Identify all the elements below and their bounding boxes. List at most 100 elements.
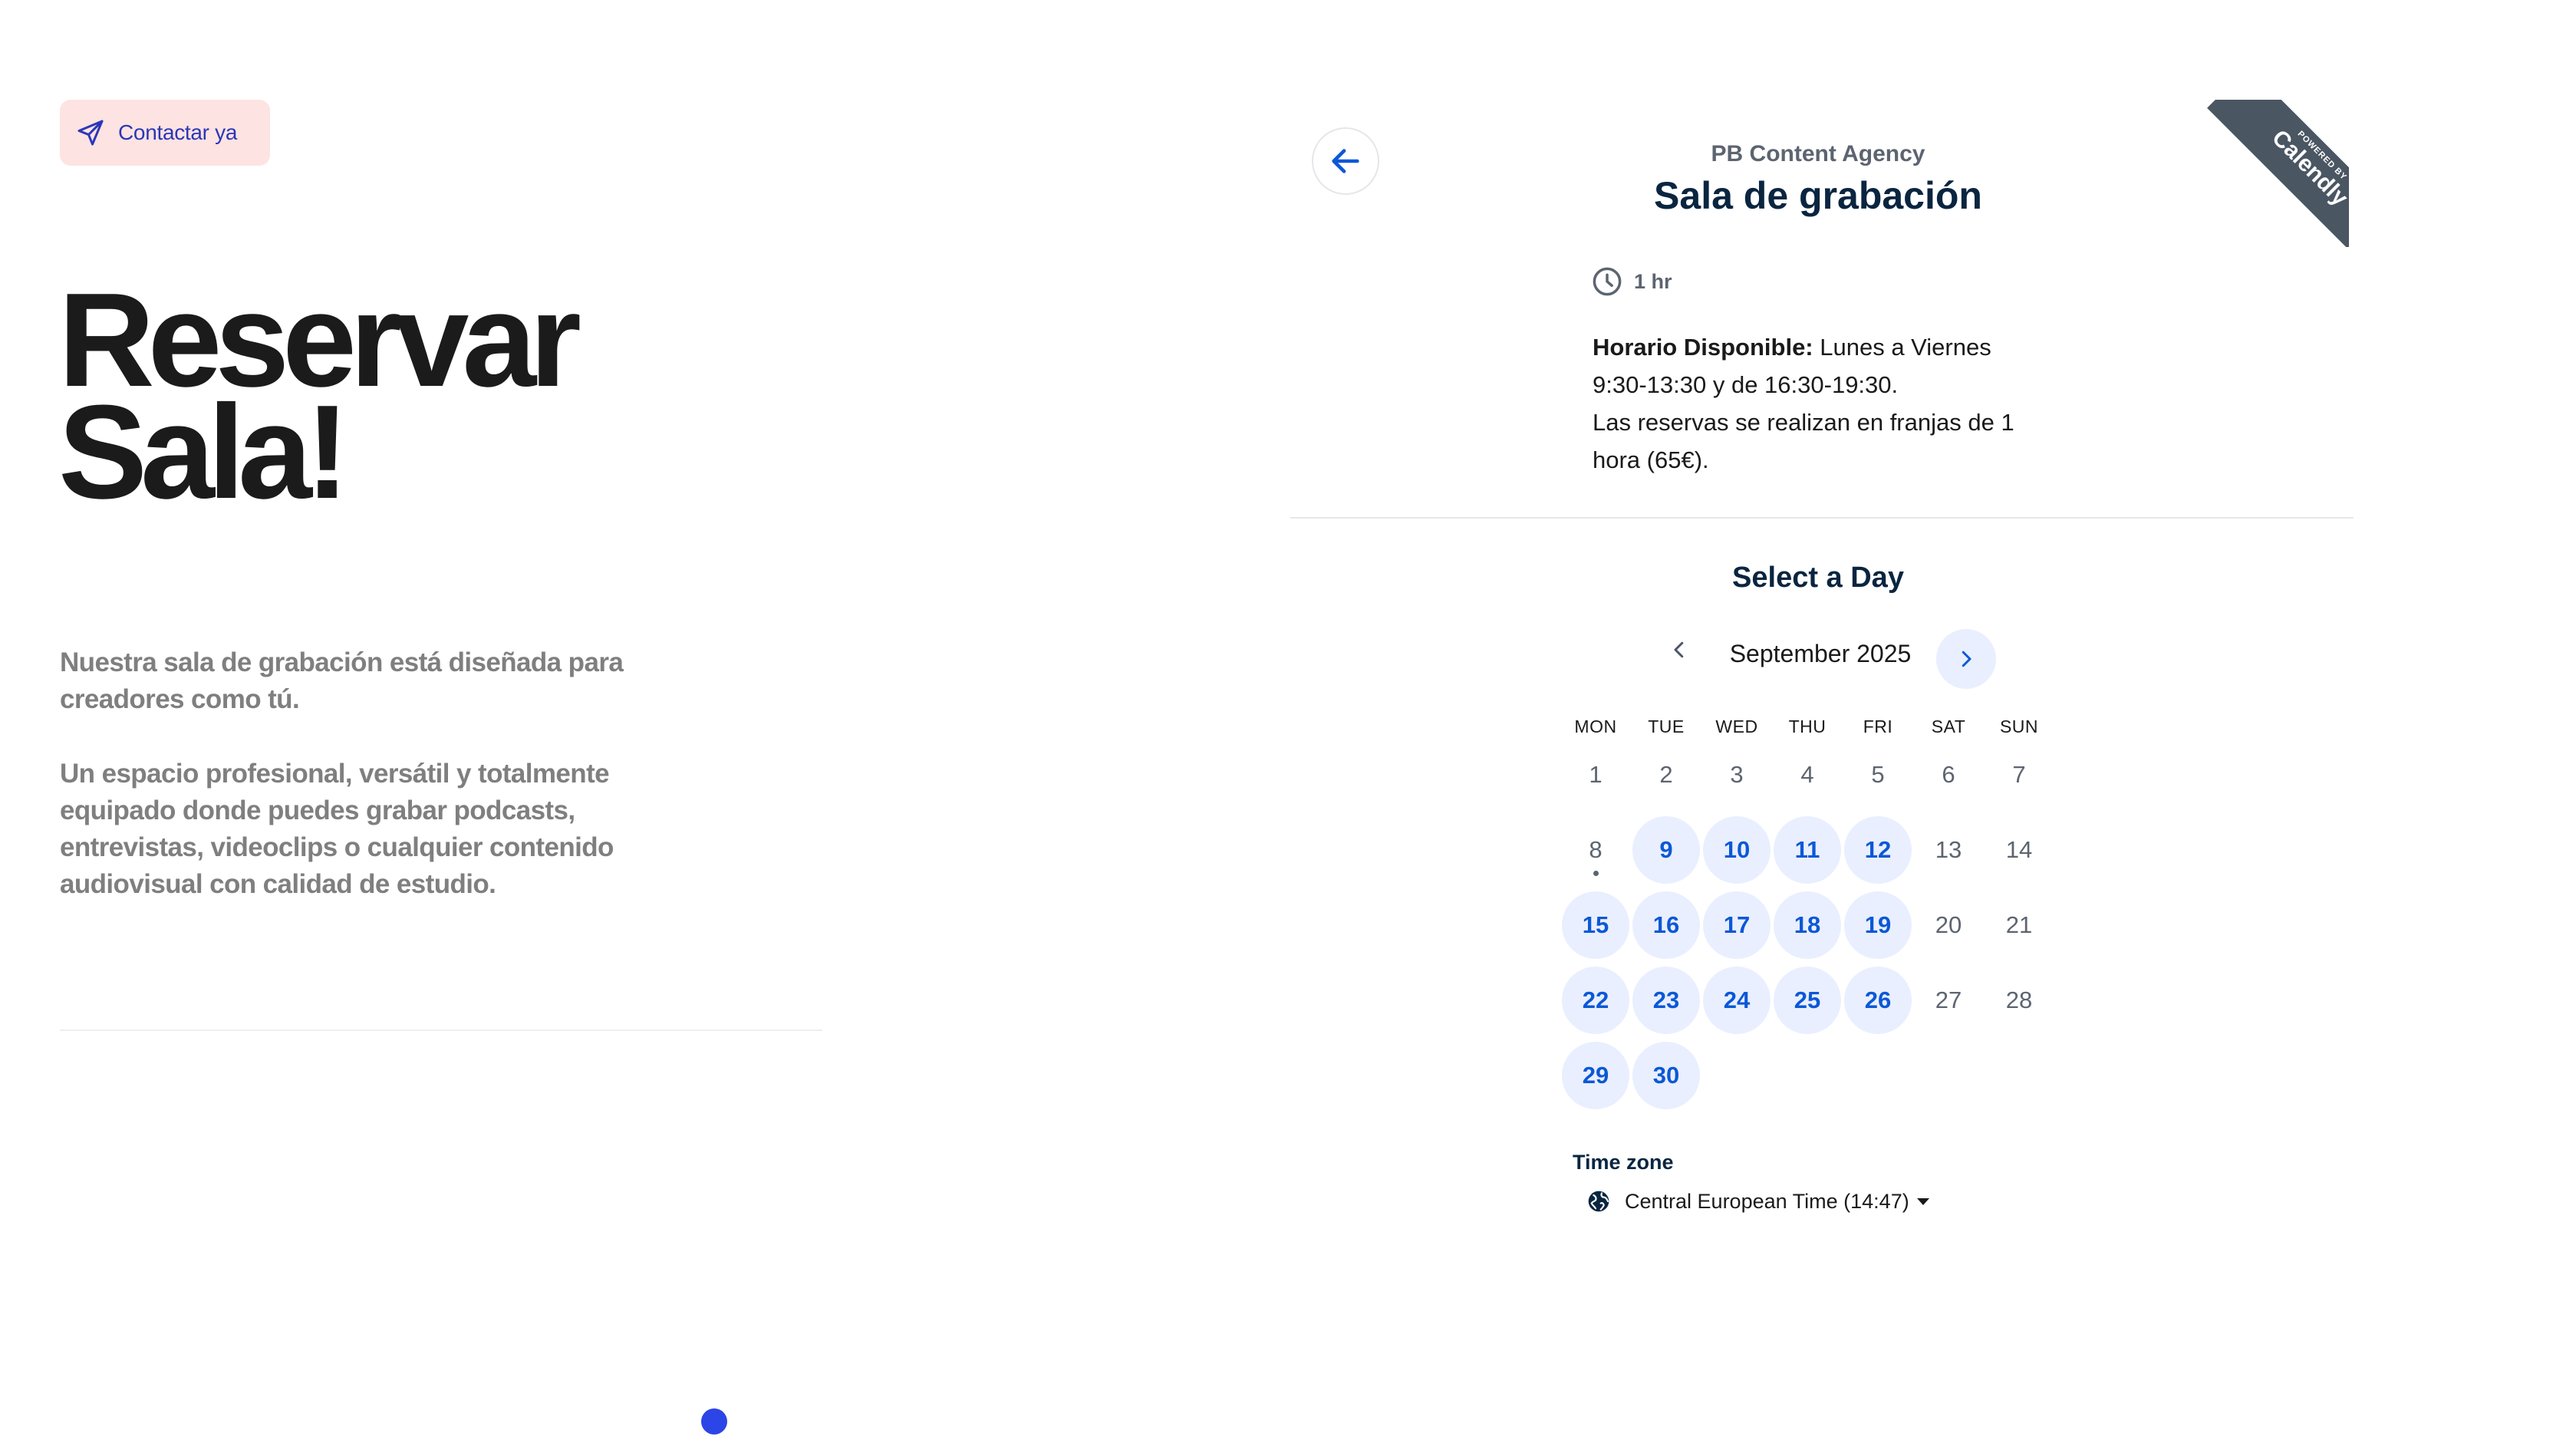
page-title: Reservar Sala!	[58, 273, 581, 519]
day-number: 1	[1589, 761, 1603, 788]
day-unavailable-5: 5	[1844, 741, 1912, 809]
caret-down-icon	[1916, 1197, 1929, 1205]
back-button[interactable]	[1312, 127, 1379, 195]
day-available-16[interactable]: 16	[1632, 891, 1700, 959]
event-title: Sala de grabación	[1654, 174, 1982, 217]
day-number: 13	[1935, 836, 1962, 863]
day-unavailable-14: 14	[1985, 816, 2053, 884]
day-available-9[interactable]: 9	[1632, 816, 1700, 884]
weekday-sun: SUN	[1999, 716, 2039, 736]
contact-button[interactable]: Contactar ya	[60, 100, 270, 166]
day-available-24[interactable]: 24	[1703, 967, 1771, 1034]
day-number: 20	[1935, 911, 1962, 938]
description-label: Horario Disponible:	[1593, 334, 1813, 361]
chevron-left-icon	[1674, 641, 1684, 658]
weekday-sat: SAT	[1931, 716, 1966, 736]
timezone-select[interactable]: Central European Time (14:47)	[1586, 1189, 1929, 1214]
day-unavailable-21: 21	[1985, 891, 2053, 959]
weekday-thu: THU	[1788, 716, 1827, 736]
chevron-right-icon	[1962, 651, 1972, 667]
day-number: 23	[1652, 987, 1680, 1013]
day-number: 30	[1652, 1062, 1680, 1089]
day-number: 7	[2012, 761, 2026, 788]
day-number: 12	[1864, 836, 1892, 863]
day-number: 17	[1723, 911, 1751, 938]
day-number: 4	[1800, 761, 1814, 788]
weekday-wed: WED	[1715, 716, 1758, 736]
day-number: 9	[1659, 836, 1673, 863]
day-number: 8	[1589, 836, 1603, 863]
powered-by-calendly-badge[interactable]: POWERED BY Calendly	[2202, 100, 2349, 247]
day-unavailable-27: 27	[1915, 967, 1982, 1034]
day-number: 2	[1659, 761, 1673, 788]
current-month: September 2025	[1729, 640, 1912, 667]
day-unavailable-2: 2	[1632, 741, 1700, 809]
clock-icon	[1593, 267, 1622, 296]
day-number: 10	[1723, 836, 1751, 863]
day-number: 11	[1794, 836, 1820, 863]
details-paragraph: Un espacio profesional, versátil y total…	[60, 759, 614, 899]
day-unavailable-8: 8	[1562, 816, 1629, 884]
day-unavailable-4: 4	[1774, 741, 1841, 809]
day-available-18[interactable]: 18	[1774, 891, 1841, 959]
description-slots: Las reservas se realizan en franjas de 1	[1593, 409, 2014, 436]
day-available-19[interactable]: 19	[1844, 891, 1912, 959]
day-available-17[interactable]: 17	[1703, 891, 1771, 959]
day-unavailable-28: 28	[1985, 967, 2053, 1034]
left-divider	[60, 1029, 822, 1031]
event-description: Horario Disponible: Lunes a Viernes 9:30…	[1593, 328, 2045, 479]
description-days: Lunes a Viernes	[1813, 334, 1991, 361]
day-number: 19	[1864, 911, 1892, 938]
day-available-23[interactable]: 23	[1632, 967, 1700, 1034]
duration-label: 1 hr	[1634, 269, 1672, 293]
day-number: 18	[1794, 911, 1821, 938]
timezone-value: Central European Time (14:47)	[1625, 1189, 1909, 1213]
timezone-label: Time zone	[1573, 1151, 1674, 1174]
day-number: 22	[1582, 987, 1609, 1013]
contact-button-label: Contactar ya	[118, 120, 238, 144]
day-available-25[interactable]: 25	[1774, 967, 1841, 1034]
day-unavailable-6: 6	[1915, 741, 1982, 809]
day-available-11[interactable]: 11	[1774, 816, 1841, 884]
send-icon	[77, 120, 104, 146]
day-number: 16	[1652, 911, 1680, 938]
day-unavailable-3: 3	[1703, 741, 1771, 809]
next-month-button[interactable]	[1936, 629, 1996, 689]
day-available-30[interactable]: 30	[1632, 1042, 1700, 1109]
event-duration: 1 hr	[1591, 265, 1672, 298]
day-unavailable-13: 13	[1915, 816, 1982, 884]
day-number: 24	[1723, 987, 1751, 1013]
day-unavailable-1: 1	[1562, 741, 1629, 809]
day-number: 29	[1582, 1062, 1609, 1089]
day-available-22[interactable]: 22	[1562, 967, 1629, 1034]
cursor-dot	[701, 1408, 727, 1435]
today-indicator	[1593, 871, 1599, 876]
weekday-tue: TUE	[1648, 716, 1685, 736]
day-number: 3	[1730, 761, 1744, 788]
description-price: hora (65€).	[1593, 446, 1709, 473]
previous-month-button[interactable]	[1659, 629, 1700, 670]
day-available-26[interactable]: 26	[1844, 967, 1912, 1034]
day-available-29[interactable]: 29	[1562, 1042, 1629, 1109]
weekday-mon: MON	[1574, 716, 1617, 736]
day-number: 15	[1582, 911, 1609, 938]
organizer-name: PB Content Agency	[1711, 141, 1925, 166]
day-unavailable-20: 20	[1915, 891, 1982, 959]
day-available-15[interactable]: 15	[1562, 891, 1629, 959]
arrow-left-icon	[1332, 149, 1359, 173]
day-number: 26	[1864, 987, 1892, 1013]
day-number: 14	[2005, 836, 2033, 863]
globe-icon	[1588, 1191, 1609, 1212]
select-day-heading: Select a Day	[1732, 562, 1904, 594]
calendar-divider	[1290, 517, 2354, 519]
day-number: 28	[2005, 987, 2033, 1013]
day-number: 6	[1942, 761, 1955, 788]
day-number: 25	[1794, 987, 1821, 1013]
intro-paragraph: Nuestra sala de grabación está diseñada …	[60, 647, 624, 714]
day-number: 27	[1935, 987, 1962, 1013]
weekday-fri: FRI	[1863, 716, 1893, 736]
day-available-10[interactable]: 10	[1703, 816, 1771, 884]
day-unavailable-7: 7	[1985, 741, 2053, 809]
day-number: 5	[1871, 761, 1885, 788]
day-available-12[interactable]: 12	[1844, 816, 1912, 884]
